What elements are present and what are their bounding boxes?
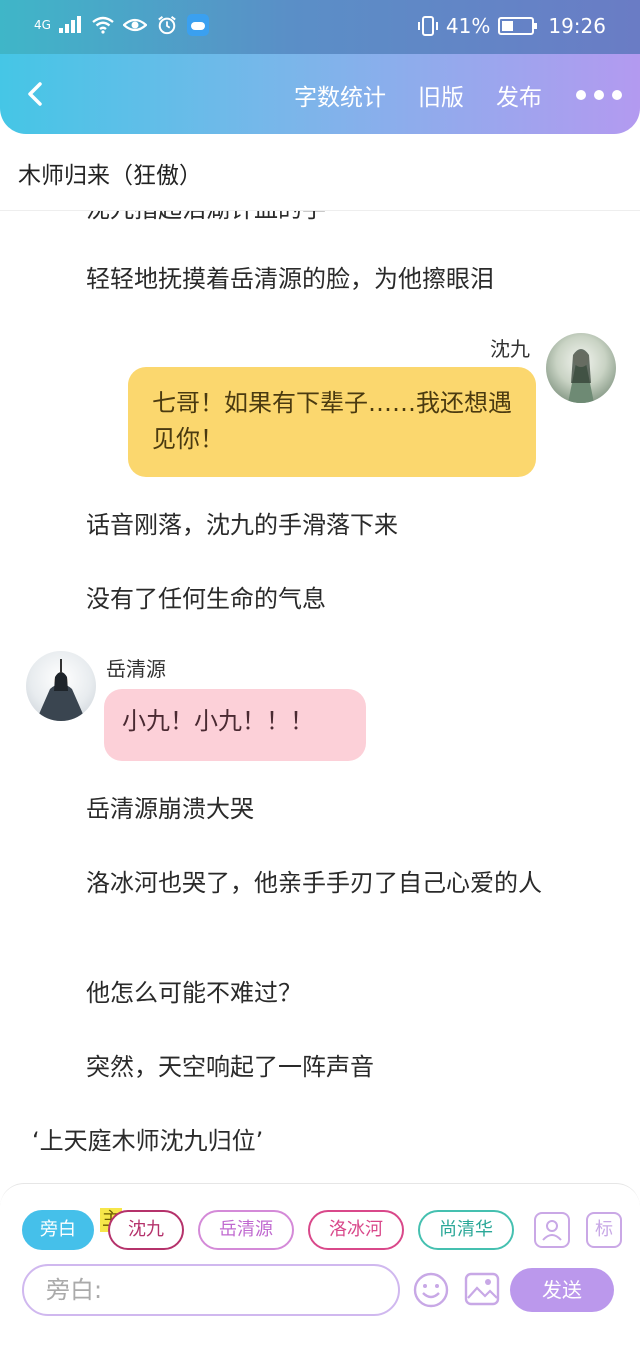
chip-character[interactable]: 洛冰河	[308, 1210, 404, 1250]
wifi-icon	[92, 16, 114, 34]
avatar[interactable]	[26, 651, 96, 721]
emoji-icon[interactable]	[412, 1271, 450, 1309]
paragraph: 他怎么可能不难过？	[86, 979, 302, 1007]
image-icon[interactable]	[464, 1272, 500, 1306]
avatar-figure	[36, 659, 86, 721]
message-input[interactable]	[22, 1264, 400, 1316]
paragraph: 没有了任何生命的气息	[86, 585, 326, 613]
app-header: 字数统计 旧版 发布	[0, 54, 640, 134]
person-glyph	[542, 1220, 562, 1241]
chip-character[interactable]: 尚清华	[418, 1210, 514, 1250]
word-count-button[interactable]: 字数统计	[294, 78, 386, 112]
status-right: 41% 19:26	[417, 14, 606, 38]
clock: 19:26	[548, 14, 606, 38]
send-button[interactable]: 发送	[510, 1268, 614, 1312]
battery-percent: 41%	[445, 14, 491, 38]
message-bubble[interactable]: 七哥！如果有下辈子……我还想遇见你！	[128, 367, 536, 477]
back-chevron-icon[interactable]	[22, 78, 52, 110]
speaker-name: 沈九	[490, 337, 530, 361]
paragraph: ‘上天庭木师沈九归位’	[32, 1127, 264, 1155]
paragraph: 轻轻地抚摸着岳清源的脸，为他擦眼泪	[86, 265, 494, 293]
chip-narrator[interactable]: 旁白	[22, 1210, 94, 1250]
story-content[interactable]: 沈九指起泪湖针血的手 轻轻地抚摸着岳清源的脸，为他擦眼泪 沈九 七哥！如果有下辈…	[0, 211, 640, 1183]
paragraph: 洛冰河也哭了，他亲手手刃了自己心爱的人	[86, 869, 542, 897]
signal-icon	[58, 15, 83, 35]
message-bubble[interactable]: 小九！小九！！！	[104, 689, 366, 761]
paragraph: 岳清源崩溃大哭	[86, 795, 254, 823]
status-bar: 4G 41% 19:26	[0, 0, 640, 54]
avatar[interactable]	[546, 333, 616, 403]
battery-fill	[502, 21, 514, 31]
publish-button[interactable]: 发布	[496, 78, 542, 112]
weather-icon	[186, 14, 209, 36]
book-title: 木师归来（狂傲）	[18, 163, 202, 189]
vibrate-icon	[417, 16, 438, 36]
chip-character[interactable]: 沈九	[108, 1210, 184, 1250]
composer-panel: 旁白 主 沈九 岳清源 洛冰河 尚清华 标 发送	[0, 1183, 640, 1351]
battery-icon	[498, 17, 538, 35]
tag-button[interactable]: 标	[586, 1212, 622, 1248]
status-left: 4G	[34, 14, 209, 36]
network-type: 4G	[34, 18, 51, 32]
speaker-name: 岳清源	[106, 657, 166, 681]
alarm-icon	[158, 16, 176, 35]
person-card-icon[interactable]	[534, 1212, 570, 1248]
avatar-figure	[568, 349, 594, 403]
chip-character[interactable]: 岳清源	[198, 1210, 294, 1250]
more-dots-icon[interactable]	[576, 90, 622, 100]
eye-icon	[122, 18, 147, 32]
old-version-button[interactable]: 旧版	[418, 78, 464, 112]
paragraph: 突然，天空响起了一阵声音	[86, 1053, 374, 1081]
paragraph: 话音刚落，沈九的手滑落下来	[86, 511, 398, 539]
paragraph: 沈九指起泪湖针血的手	[86, 211, 326, 227]
